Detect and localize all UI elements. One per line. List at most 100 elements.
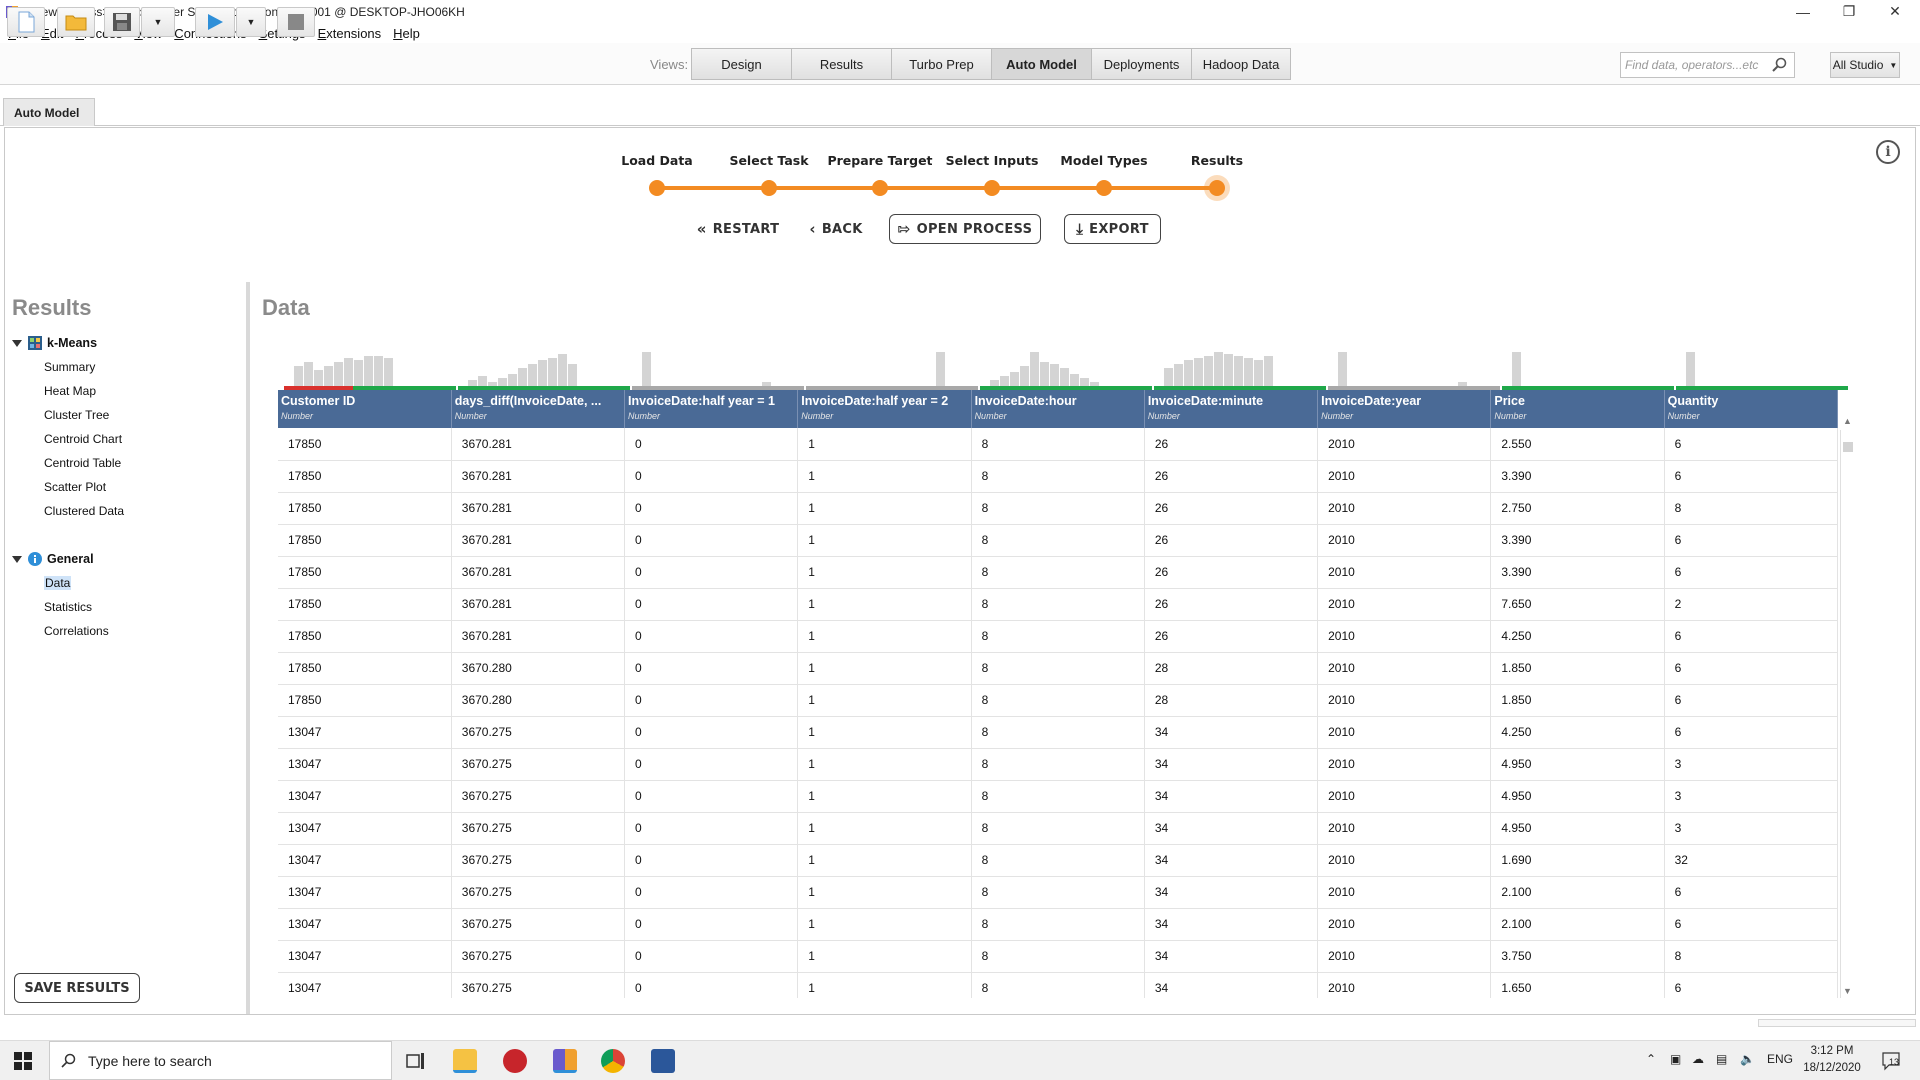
scroll-up-icon[interactable]: ▲ [1843, 416, 1852, 426]
tree-group-general[interactable]: General [12, 552, 94, 566]
table-cell[interactable]: 0 [624, 748, 799, 781]
table-cell[interactable]: 8 [971, 460, 1145, 493]
table-cell[interactable]: 0 [624, 524, 799, 557]
table-cell[interactable]: 0 [624, 652, 799, 685]
table-cell[interactable]: 2010 [1317, 556, 1492, 589]
chrome-icon[interactable] [601, 1049, 625, 1073]
table-cell[interactable]: 1 [797, 716, 972, 749]
table-cell[interactable]: 1 [797, 492, 972, 525]
table-cell[interactable]: 4.950 [1490, 748, 1665, 781]
table-cell[interactable]: 3670.275 [451, 940, 626, 973]
table-cell[interactable]: 3670.275 [451, 972, 626, 998]
table-cell[interactable]: 2010 [1317, 908, 1492, 941]
table-cell[interactable]: 3670.275 [451, 844, 626, 877]
save-process-button[interactable] [104, 7, 140, 37]
table-cell[interactable]: 32 [1664, 844, 1838, 877]
table-cell[interactable]: 8 [1664, 940, 1838, 973]
table-cell[interactable]: 3670.275 [451, 812, 626, 845]
table-cell[interactable]: 8 [971, 620, 1145, 653]
open-process-action-button[interactable]: ⇰ OPEN PROCESS [889, 214, 1041, 244]
table-cell[interactable]: 1 [797, 908, 972, 941]
table-cell[interactable]: 3670.281 [451, 620, 626, 653]
table-row[interactable]: 17850 3670.281 0 1 8 26 2010 3.390 6 [278, 556, 1838, 589]
scroll-down-icon[interactable]: ▼ [1843, 986, 1852, 996]
table-cell[interactable]: 6 [1664, 428, 1838, 461]
table-cell[interactable]: 26 [1144, 428, 1319, 461]
step-label-load-data[interactable]: Load Data [597, 153, 717, 168]
view-tab-results[interactable]: Results [792, 49, 892, 79]
table-cell[interactable]: 34 [1144, 812, 1319, 845]
table-cell[interactable]: 8 [971, 972, 1145, 998]
table-cell[interactable]: 3 [1664, 812, 1838, 845]
table-cell[interactable]: 2010 [1317, 716, 1492, 749]
table-cell[interactable]: 2 [1664, 588, 1838, 621]
table-cell[interactable]: 6 [1664, 716, 1838, 749]
table-cell[interactable]: 17850 [278, 652, 452, 685]
step-dot-model-types[interactable] [1096, 180, 1112, 196]
table-cell[interactable]: 7.650 [1490, 588, 1665, 621]
column-header[interactable]: InvoiceDate:hour Number [971, 390, 1145, 428]
table-row[interactable]: 13047 3670.275 0 1 8 34 2010 3.750 8 [278, 940, 1838, 973]
network-icon[interactable]: ▤ [1716, 1052, 1727, 1066]
table-cell[interactable]: 26 [1144, 588, 1319, 621]
nav-item-clustered-data[interactable]: Clustered Data [44, 504, 124, 518]
table-row[interactable]: 17850 3670.280 0 1 8 28 2010 1.850 6 [278, 652, 1838, 685]
antivirus-icon[interactable] [503, 1049, 527, 1073]
table-cell[interactable]: 8 [971, 652, 1145, 685]
table-cell[interactable]: 1 [797, 428, 972, 461]
table-cell[interactable]: 3670.281 [451, 524, 626, 557]
table-cell[interactable]: 3670.281 [451, 460, 626, 493]
table-row[interactable]: 17850 3670.280 0 1 8 28 2010 1.850 6 [278, 684, 1838, 717]
table-cell[interactable]: 17850 [278, 684, 452, 717]
table-cell[interactable]: 1 [797, 972, 972, 998]
table-cell[interactable]: 1.850 [1490, 652, 1665, 685]
table-cell[interactable]: 2010 [1317, 492, 1492, 525]
table-row[interactable]: 17850 3670.281 0 1 8 26 2010 4.250 6 [278, 620, 1838, 653]
table-cell[interactable]: 6 [1664, 908, 1838, 941]
table-cell[interactable]: 0 [624, 844, 799, 877]
table-cell[interactable]: 8 [971, 588, 1145, 621]
table-cell[interactable]: 6 [1664, 460, 1838, 493]
column-header[interactable]: days_diff(InvoiceDate, ... Number [451, 390, 626, 428]
table-cell[interactable]: 2010 [1317, 844, 1492, 877]
step-dot-select-task[interactable] [761, 180, 777, 196]
table-cell[interactable]: 3670.275 [451, 716, 626, 749]
table-row[interactable]: 13047 3670.275 0 1 8 34 2010 1.690 32 [278, 844, 1838, 877]
table-cell[interactable]: 3670.281 [451, 556, 626, 589]
back-button[interactable]: ‹ BACK [805, 214, 867, 244]
close-window-button[interactable]: ✕ [1872, 0, 1918, 23]
table-cell[interactable]: 3.390 [1490, 556, 1665, 589]
word-icon[interactable] [651, 1049, 675, 1073]
run-options-dropdown[interactable]: ▼ [236, 7, 266, 37]
table-cell[interactable]: 3.390 [1490, 460, 1665, 493]
notifications-icon[interactable]: 13 [1880, 1049, 1902, 1071]
table-cell[interactable]: 13047 [278, 716, 452, 749]
table-cell[interactable]: 0 [624, 460, 799, 493]
table-cell[interactable]: 34 [1144, 748, 1319, 781]
column-header[interactable]: Quantity Number [1664, 390, 1838, 428]
table-cell[interactable]: 1.690 [1490, 844, 1665, 877]
language-indicator[interactable]: ENG [1767, 1052, 1793, 1066]
nav-item-centroid-chart[interactable]: Centroid Chart [44, 432, 122, 446]
column-header[interactable]: InvoiceDate:year Number [1317, 390, 1492, 428]
table-cell[interactable]: 3.390 [1490, 524, 1665, 557]
table-row[interactable]: 17850 3670.281 0 1 8 26 2010 7.650 2 [278, 588, 1838, 621]
table-cell[interactable]: 8 [971, 844, 1145, 877]
table-cell[interactable]: 4.250 [1490, 620, 1665, 653]
table-vertical-scrollbar[interactable]: ▲ ▼ [1840, 416, 1854, 998]
save-results-button[interactable]: SAVE RESULTS [14, 973, 140, 1003]
table-cell[interactable]: 13047 [278, 780, 452, 813]
onedrive-icon[interactable]: ☁ [1692, 1052, 1704, 1066]
save-options-dropdown[interactable]: ▼ [141, 7, 175, 37]
table-cell[interactable]: 26 [1144, 460, 1319, 493]
view-tab-turbo-prep[interactable]: Turbo Prep [892, 49, 992, 79]
search-scope-dropdown[interactable]: All Studio ▼ [1830, 52, 1900, 78]
run-process-button[interactable] [195, 7, 235, 37]
table-cell[interactable]: 3670.275 [451, 908, 626, 941]
table-cell[interactable]: 0 [624, 716, 799, 749]
table-cell[interactable]: 1 [797, 588, 972, 621]
table-cell[interactable]: 2010 [1317, 876, 1492, 909]
column-header[interactable]: Price Number [1490, 390, 1665, 428]
table-cell[interactable]: 28 [1144, 684, 1319, 717]
info-icon[interactable]: i [1876, 140, 1900, 164]
